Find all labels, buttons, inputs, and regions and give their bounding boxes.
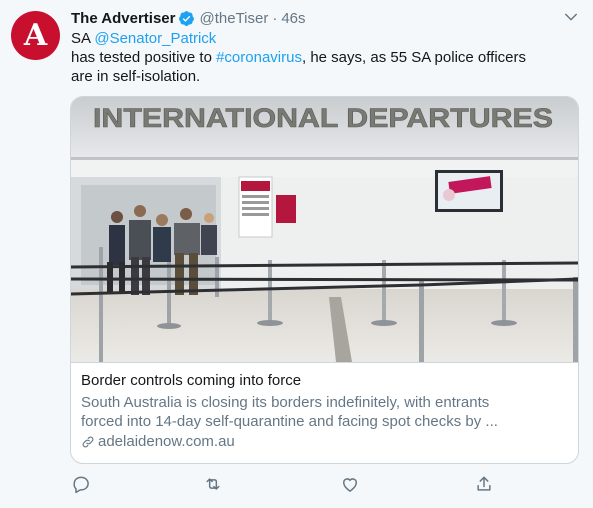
heart-icon[interactable]: [340, 474, 360, 494]
card-description: South Australia is closing its borders i…: [81, 393, 561, 431]
card-image-sign-text: INTERNATIONAL DEPARTURES: [93, 103, 553, 133]
tweet[interactable]: A The Advertiser @theTiser · 46s SA @Sen…: [0, 0, 593, 508]
reply-icon[interactable]: [71, 474, 91, 494]
card-domain[interactable]: adelaidenow.com.au: [81, 433, 235, 450]
timestamp[interactable]: 46s: [281, 10, 305, 27]
tweet-line-1: SA @Senator_Patrick: [71, 29, 571, 48]
mention-link[interactable]: @Senator_Patrick: [94, 30, 216, 47]
share-icon[interactable]: [474, 474, 494, 494]
display-name[interactable]: The Advertiser: [71, 10, 175, 27]
verified-badge-icon: [178, 10, 195, 27]
tweet-line-2: has tested positive to #coronavirus, he …: [71, 48, 571, 67]
card-description-line: forced into 14-day self-quarantine and f…: [81, 413, 498, 430]
tweet-text: SA @Senator_Patrick has tested positive …: [71, 29, 571, 86]
card-image[interactable]: INTERNATIONAL DEPARTURES: [71, 97, 578, 362]
card-description-line: South Australia is closing its borders i…: [81, 394, 490, 411]
card-title[interactable]: Border controls coming into force: [81, 372, 301, 389]
retweet-icon[interactable]: [203, 474, 223, 494]
tweet-text-prefix: SA: [71, 30, 95, 47]
hashtag-link[interactable]: #coronavirus: [216, 49, 302, 66]
avatar-letter: A: [23, 17, 48, 53]
link-icon: [82, 436, 94, 447]
chevron-down-icon[interactable]: [562, 8, 580, 26]
tweet-line-3: are in self-isolation.: [71, 68, 201, 85]
tweet-text-segment: has tested positive to: [71, 49, 217, 66]
link-preview-card[interactable]: INTERNATIONAL DEPARTURES Border controls…: [70, 96, 579, 464]
card-body[interactable]: Border controls coming into force South …: [71, 362, 578, 463]
separator-dot: ·: [272, 9, 278, 27]
tweet-text-segment: , he says, as 55 SA police officers: [301, 49, 526, 66]
card-domain-text: adelaidenow.com.au: [98, 433, 235, 450]
avatar[interactable]: A: [11, 11, 60, 60]
tweet-header: The Advertiser @theTiser · 46s: [71, 8, 306, 28]
handle[interactable]: @theTiser: [199, 10, 268, 27]
